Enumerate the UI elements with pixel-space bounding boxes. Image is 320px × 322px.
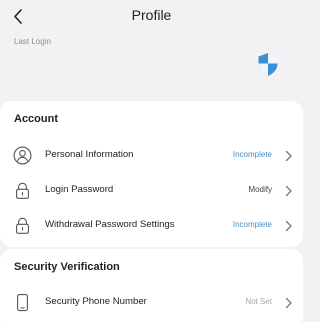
status-text: Modify bbox=[248, 185, 272, 194]
phone-icon bbox=[13, 293, 32, 312]
section-title-account: Account bbox=[14, 113, 58, 125]
login-password-row[interactable]: Login Password Modify bbox=[0, 174, 303, 206]
lock-icon bbox=[13, 181, 32, 200]
row-label: Personal Information bbox=[45, 149, 134, 160]
personal-information-row[interactable]: Personal Information Incomplete bbox=[0, 139, 303, 171]
security-verification-card: Security Verification Security Phone Num… bbox=[0, 249, 303, 322]
status-text: Incomplete bbox=[232, 150, 272, 159]
status-text: Incomplete bbox=[232, 220, 272, 229]
withdrawal-password-row[interactable]: Withdrawal Password Settings Incomplete bbox=[0, 209, 303, 241]
security-phone-row[interactable]: Security Phone Number Not Set bbox=[0, 286, 303, 318]
account-card: Account Personal Information Incomplete bbox=[0, 101, 303, 247]
status-text: Not Set bbox=[245, 297, 272, 306]
row-label: Security Phone Number bbox=[45, 296, 147, 307]
chevron-right-icon bbox=[284, 149, 293, 162]
profile-screen: Profile Last Login Account Personal Info… bbox=[0, 0, 303, 322]
section-title-security: Security Verification bbox=[14, 261, 120, 273]
lock-icon bbox=[13, 216, 32, 235]
row-label: Login Password bbox=[45, 184, 114, 195]
chevron-right-icon bbox=[284, 184, 293, 197]
page-title: Profile bbox=[131, 7, 172, 23]
last-login-label: Last Login bbox=[14, 37, 51, 46]
shield-icon[interactable] bbox=[257, 52, 279, 77]
user-icon bbox=[13, 146, 32, 165]
top-bar: Profile bbox=[0, 0, 303, 34]
chevron-right-icon bbox=[284, 296, 293, 309]
chevron-right-icon bbox=[284, 219, 293, 232]
row-label: Withdrawal Password Settings bbox=[45, 219, 175, 230]
